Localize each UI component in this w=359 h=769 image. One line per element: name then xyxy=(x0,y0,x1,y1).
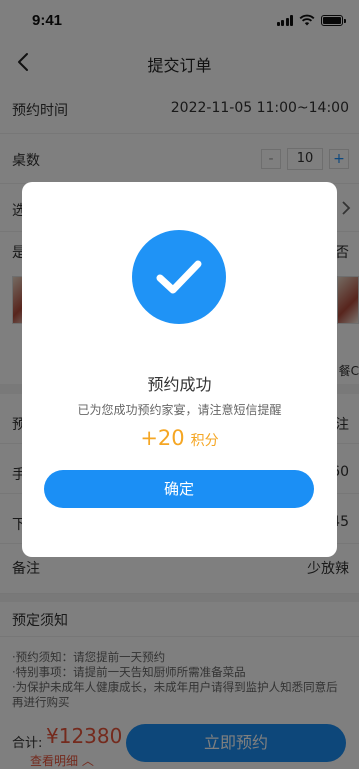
dialog-title: 预约成功 xyxy=(147,375,212,394)
success-check-icon xyxy=(132,230,226,324)
dialog-message: 已为您成功预约家宴，请注意短信提醒 xyxy=(77,403,282,417)
points-unit: 积分 xyxy=(190,433,219,449)
points-value: +20 xyxy=(140,426,185,450)
success-dialog: 预约成功 已为您成功预约家宴，请注意短信提醒 +20 积分 确定 xyxy=(22,182,337,557)
points-earned: +20 积分 xyxy=(22,426,337,450)
confirm-button[interactable]: 确定 xyxy=(44,470,314,508)
